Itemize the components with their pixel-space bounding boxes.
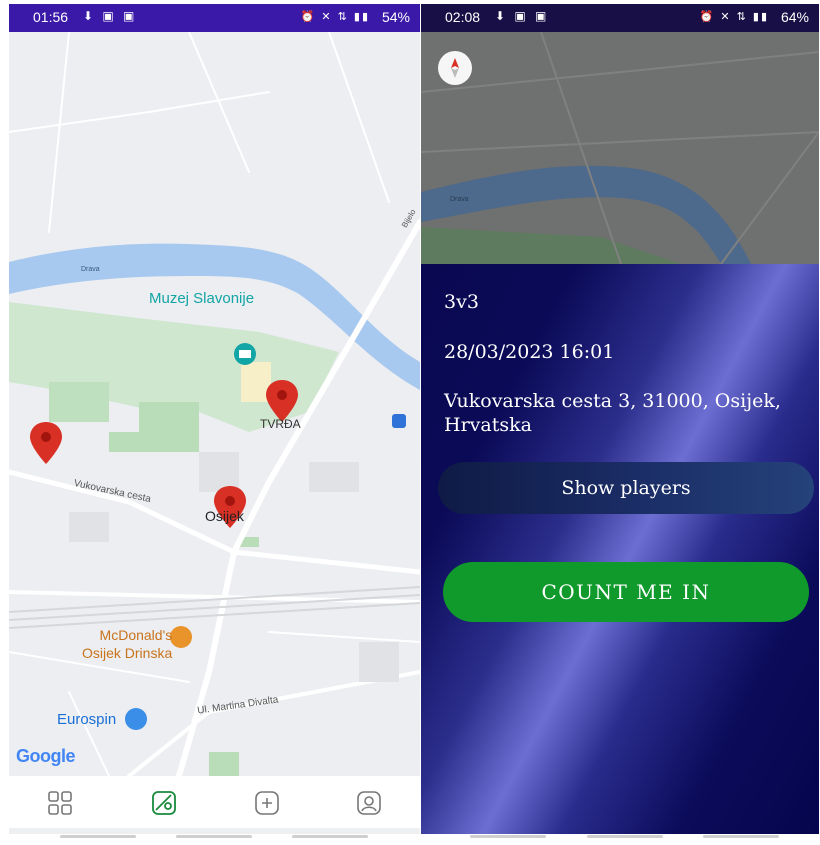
bottom-nav bbox=[9, 776, 420, 828]
compass-icon bbox=[451, 58, 459, 78]
restaurant-icon bbox=[170, 626, 192, 648]
grid-icon[interactable] bbox=[47, 790, 73, 816]
gesture-bar-left-right bbox=[292, 835, 368, 838]
status-notification-icons: ⬇ ▣ ▣ bbox=[495, 9, 550, 23]
event-address: Vukovarska cesta 3, 31000, Osijek, Hrvat… bbox=[444, 390, 781, 436]
google-logo-text: Google bbox=[16, 746, 76, 766]
battery-level: 54% bbox=[381, 9, 410, 25]
add-icon[interactable] bbox=[254, 790, 280, 816]
event-title: 3v3 bbox=[444, 291, 479, 313]
gesture-bar-left bbox=[60, 835, 136, 838]
gesture-bar-right-center bbox=[587, 835, 663, 838]
right-screen: 02:08 ⬇ ▣ ▣ ⏰ ✕ ⇅ ▮▮ 64% Drava 3v3 28/03… bbox=[421, 4, 819, 834]
profile-icon[interactable] bbox=[356, 790, 382, 816]
gesture-bar-left-center bbox=[176, 835, 252, 838]
left-screen: 01:56 ⬇ ▣ ▣ ⏰ ✕ ⇅ ▮▮ 54% Drava Muzej Sla… bbox=[9, 4, 420, 834]
river-label: Drava bbox=[81, 266, 100, 273]
count-me-in-button[interactable]: COUNT ME IN bbox=[443, 562, 809, 622]
mcdonalds-label[interactable]: McDonald's Osijek Drinska bbox=[82, 626, 172, 662]
status-time: 01:56 bbox=[33, 9, 69, 25]
map-view[interactable] bbox=[9, 32, 420, 776]
museum-label[interactable]: Muzej Slavonije bbox=[149, 290, 254, 307]
compass-button[interactable] bbox=[438, 51, 472, 85]
status-bar: 02:08 ⬇ ▣ ▣ ⏰ ✕ ⇅ ▮▮ 64% bbox=[421, 4, 819, 32]
map-icon[interactable] bbox=[151, 790, 177, 816]
status-network-icons: ⏰ ✕ ⇅ ▮▮ bbox=[699, 11, 769, 23]
event-details-card: 3v3 28/03/2023 16:01 Vukovarska cesta 3,… bbox=[421, 264, 819, 834]
city-label: Osijek bbox=[205, 508, 244, 524]
google-logo: Google bbox=[16, 746, 76, 767]
status-bar: 01:56 ⬇ ▣ ▣ ⏰ ✕ ⇅ ▮▮ 54% bbox=[9, 4, 420, 32]
map-view-dimmed[interactable] bbox=[421, 32, 819, 264]
status-time: 02:08 bbox=[445, 9, 481, 25]
river-label: Drava bbox=[450, 196, 469, 203]
transit-stop-icon bbox=[392, 414, 406, 428]
event-datetime: 28/03/2023 16:01 bbox=[444, 341, 615, 363]
gesture-bar-right-right bbox=[703, 835, 779, 838]
gesture-bar-right bbox=[470, 835, 546, 838]
eurospin-label[interactable]: Eurospin bbox=[57, 711, 116, 728]
shopping-icon bbox=[125, 708, 147, 730]
district-label: TVRĐA bbox=[260, 417, 301, 431]
status-network-icons: ⏰ ✕ ⇅ ▮▮ bbox=[300, 11, 370, 23]
show-players-button[interactable]: Show players bbox=[438, 462, 814, 514]
battery-level: 64% bbox=[780, 9, 809, 25]
status-notification-icons: ⬇ ▣ ▣ bbox=[83, 9, 138, 23]
